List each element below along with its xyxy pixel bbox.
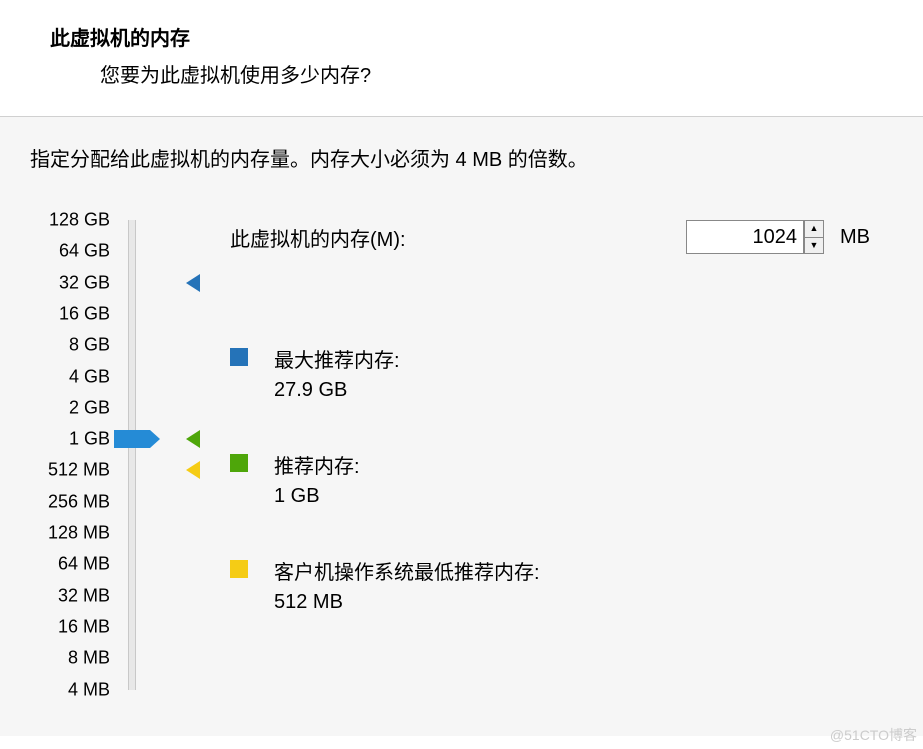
legend-recommended-value: 1 GB [274, 485, 360, 508]
page-title: 此虚拟机的内存 [50, 22, 923, 51]
marker-max-icon [186, 274, 200, 292]
slider-tick: 4 MB [68, 679, 110, 700]
legend-min-icon [230, 560, 248, 578]
slider-tick: 4 GB [69, 366, 110, 387]
memory-input[interactable] [686, 220, 804, 254]
slider-tick: 128 GB [49, 210, 110, 231]
slider-tick: 16 MB [58, 616, 110, 637]
legend-max-icon [230, 348, 248, 366]
marker-recommended-icon [186, 430, 200, 448]
slider-tick: 128 MB [48, 523, 110, 544]
slider-tick: 16 GB [59, 303, 110, 324]
memory-unit: MB [840, 226, 870, 249]
slider-track[interactable] [128, 220, 136, 690]
slider-tick: 32 GB [59, 272, 110, 293]
slider-tick: 64 MB [58, 554, 110, 575]
slider-tick: 32 MB [58, 585, 110, 606]
legend-min-label: 客户机操作系统最低推荐内存: [274, 556, 540, 585]
legend-recommended-label: 推荐内存: [274, 450, 360, 479]
slider-tick: 8 GB [69, 335, 110, 356]
legend-min-value: 512 MB [274, 591, 540, 614]
slider-tick: 256 MB [48, 491, 110, 512]
memory-spinbox[interactable]: ▲ ▼ [686, 220, 824, 254]
legend-max-label: 最大推荐内存: [274, 344, 400, 373]
slider-tick: 64 GB [59, 241, 110, 262]
legend-recommended-icon [230, 454, 248, 472]
slider-tick: 1 GB [69, 429, 110, 450]
page-subtitle: 您要为此虚拟机使用多少内存? [100, 59, 923, 88]
watermark: @51CTO博客 [830, 725, 917, 745]
slider-tick: 8 MB [68, 648, 110, 669]
marker-min-icon [186, 461, 200, 479]
slider-tick: 512 MB [48, 460, 110, 481]
legend-max-value: 27.9 GB [274, 379, 400, 402]
spin-down-button[interactable]: ▼ [804, 237, 824, 255]
memory-field-label: 此虚拟机的内存(M): [230, 223, 686, 252]
spin-up-button[interactable]: ▲ [804, 220, 824, 237]
instruction-text: 指定分配给此虚拟机的内存量。内存大小必须为 4 MB 的倍数。 [30, 143, 893, 172]
slider-tick: 2 GB [69, 397, 110, 418]
slider-handle[interactable] [114, 430, 150, 448]
